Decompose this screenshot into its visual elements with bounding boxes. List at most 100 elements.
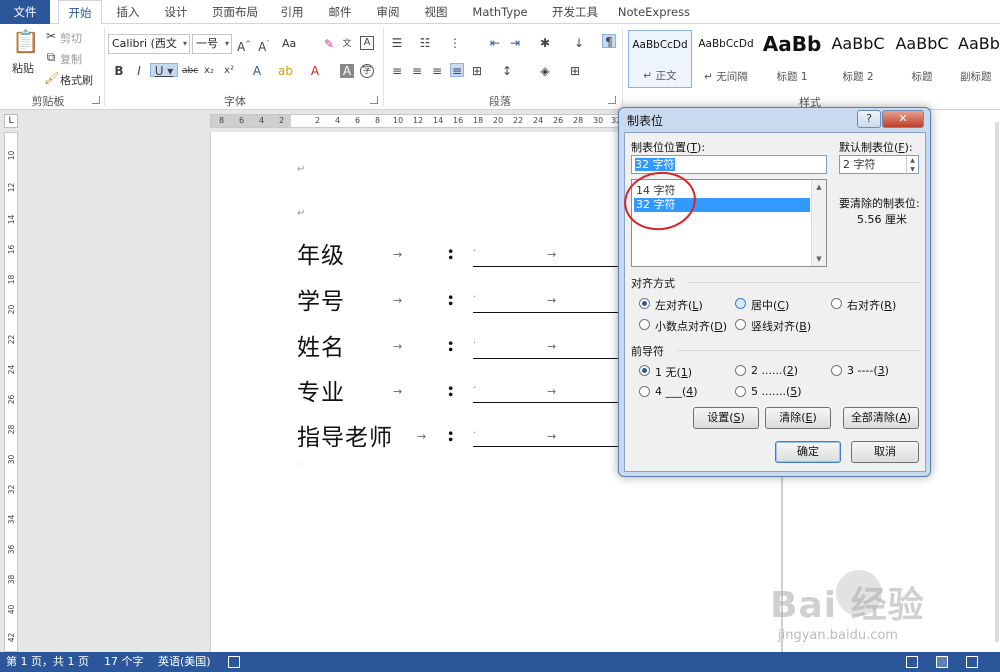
clear-button[interactable]: 清除(E) — [765, 407, 831, 429]
style-title[interactable]: AaBbC 标题 — [890, 30, 954, 88]
cancel-button[interactable]: 取消 — [851, 441, 919, 463]
phonetic-guide-icon[interactable]: 文 — [340, 37, 354, 51]
format-painter-icon[interactable]: 🖌 — [44, 71, 59, 85]
asian-layout-icon[interactable]: ✱ — [538, 36, 552, 50]
leader-dots-radio[interactable] — [735, 365, 746, 376]
web-layout-icon[interactable] — [966, 656, 978, 668]
style-heading-1[interactable]: AaBb 标题 1 — [760, 30, 824, 88]
leader-dashes-radio[interactable] — [831, 365, 842, 376]
macro-record-icon[interactable] — [228, 656, 240, 668]
char-shading-icon[interactable]: A — [340, 64, 354, 78]
set-button[interactable]: 设置(S) — [693, 407, 759, 429]
tab-file[interactable]: 文件 — [0, 0, 50, 24]
vertical-ruler[interactable]: 10 12 14 16 18 20 22 24 26 28 30 32 34 3… — [4, 132, 18, 652]
paste-button[interactable]: 粘贴 — [12, 60, 34, 76]
justify-icon[interactable]: ≡ — [450, 63, 464, 78]
change-case-button[interactable]: Aa — [282, 37, 296, 50]
sort-icon[interactable]: ↓ — [572, 36, 586, 50]
clipboard-launcher[interactable] — [92, 96, 100, 104]
scroll-down-icon[interactable]: ▼ — [812, 252, 826, 266]
shrink-font-icon[interactable]: Aˇ — [257, 37, 271, 54]
tab-mailings[interactable]: 邮件 — [320, 0, 360, 24]
increase-indent-icon[interactable]: ⇥ — [508, 36, 522, 50]
clear-format-icon[interactable]: ✎ — [322, 37, 336, 51]
align-center-icon[interactable]: ≡ — [410, 64, 424, 78]
style-normal[interactable]: AaBbCcDd ↵ 正文 — [628, 30, 692, 88]
strikethrough-icon[interactable]: abc — [182, 64, 198, 78]
leader-none-radio[interactable] — [639, 365, 650, 376]
leader-middots-label[interactable]: 5 .......(5) — [751, 385, 802, 398]
spin-down-icon[interactable]: ▼ — [907, 165, 918, 174]
font-name-combo[interactable]: Calibri (西文 ▾ — [108, 34, 190, 54]
default-tab-input[interactable]: 2 字符 ▲ ▼ — [839, 155, 919, 175]
text-effects-icon[interactable]: A — [250, 64, 264, 78]
align-bar-label[interactable]: 竖线对齐(B) — [751, 318, 811, 334]
cut-button[interactable]: 剪切 — [60, 30, 82, 46]
leader-middots-radio[interactable] — [735, 386, 746, 397]
copy-icon[interactable]: ⧉ — [44, 50, 58, 64]
default-tab-spinner[interactable]: ▲ ▼ — [906, 156, 918, 175]
leader-underline-radio[interactable] — [639, 386, 650, 397]
tab-references[interactable]: 引用 — [272, 0, 312, 24]
align-left-radio[interactable] — [639, 298, 650, 309]
align-center-label[interactable]: 居中(C) — [751, 297, 789, 313]
tab-view[interactable]: 视图 — [416, 0, 456, 24]
leader-dots-label[interactable]: 2 ......(2) — [751, 364, 798, 377]
tab-layout[interactable]: 页面布局 — [204, 0, 266, 24]
tab-developer[interactable]: 开发工具 — [544, 0, 606, 24]
shading-icon[interactable]: ◈ — [538, 64, 552, 78]
paste-icon[interactable]: 📋 — [12, 30, 39, 56]
superscript-icon[interactable]: x² — [222, 64, 236, 78]
line-spacing-icon[interactable]: ↕ — [500, 64, 514, 78]
highlight-icon[interactable]: ab — [278, 64, 293, 78]
print-layout-icon[interactable] — [936, 656, 948, 668]
font-color-icon[interactable]: A — [308, 64, 322, 78]
side-pane-scrollbar[interactable] — [995, 122, 999, 642]
spin-up-icon[interactable]: ▲ — [907, 156, 918, 165]
paragraph-launcher[interactable] — [608, 96, 616, 104]
tab-insert[interactable]: 插入 — [108, 0, 148, 24]
copy-button[interactable]: 复制 — [60, 51, 82, 67]
align-left-icon[interactable]: ≡ — [390, 64, 404, 78]
page-count[interactable]: 第 1 页，共 1 页 — [6, 652, 89, 672]
read-mode-icon[interactable] — [906, 656, 918, 668]
align-center-radio[interactable] — [735, 298, 746, 309]
italic-icon[interactable]: I — [132, 64, 146, 78]
align-decimal-radio[interactable] — [639, 319, 650, 330]
align-right-radio[interactable] — [831, 298, 842, 309]
align-left-label[interactable]: 左对齐(L) — [655, 297, 703, 313]
style-heading-2[interactable]: AaBbC 标题 2 — [826, 30, 890, 88]
bold-icon[interactable]: B — [112, 64, 126, 78]
cut-icon[interactable]: ✂ — [44, 29, 58, 43]
numbering-icon[interactable]: ☷ — [418, 36, 432, 50]
borders-icon[interactable]: ⊞ — [568, 64, 582, 78]
tab-noteexpress[interactable]: NoteExpress — [616, 0, 692, 24]
align-right-icon[interactable]: ≡ — [430, 64, 444, 78]
leader-underline-label[interactable]: 4 ___(4) — [655, 385, 698, 398]
align-decimal-label[interactable]: 小数点对齐(D) — [655, 318, 727, 334]
tab-selector-icon[interactable]: L — [4, 114, 18, 128]
scroll-up-icon[interactable]: ▲ — [812, 180, 826, 194]
distribute-icon[interactable]: ⊞ — [470, 64, 484, 78]
font-launcher[interactable] — [370, 96, 378, 104]
show-marks-icon[interactable]: ¶ — [602, 34, 616, 49]
word-count[interactable]: 17 个字 — [104, 652, 144, 672]
tab-review[interactable]: 审阅 — [368, 0, 408, 24]
enclose-char-icon[interactable]: 字 — [360, 64, 374, 78]
format-painter-button[interactable]: 格式刷 — [60, 72, 93, 88]
decrease-indent-icon[interactable]: ⇤ — [488, 36, 502, 50]
help-button[interactable]: ? — [857, 110, 881, 128]
leader-none-label[interactable]: 1 无(1) — [655, 364, 692, 380]
align-bar-radio[interactable] — [735, 319, 746, 330]
close-button[interactable]: ✕ — [882, 110, 924, 128]
language[interactable]: 英语(美国) — [158, 652, 211, 672]
subscript-icon[interactable]: x₂ — [202, 64, 216, 78]
font-size-combo[interactable]: 一号 ▾ — [192, 34, 232, 54]
bullets-icon[interactable]: ☰ — [390, 36, 404, 50]
tab-home[interactable]: 开始 — [58, 0, 102, 25]
multilevel-list-icon[interactable]: ⋮ — [448, 36, 462, 50]
list-scrollbar[interactable]: ▲ ▼ — [811, 180, 826, 266]
char-border-icon[interactable]: A — [360, 36, 374, 50]
horizontal-ruler[interactable]: 8 6 4 2 2 4 6 8 10 12 14 16 18 20 22 24 … — [210, 114, 621, 128]
tab-design[interactable]: 设计 — [156, 0, 196, 24]
